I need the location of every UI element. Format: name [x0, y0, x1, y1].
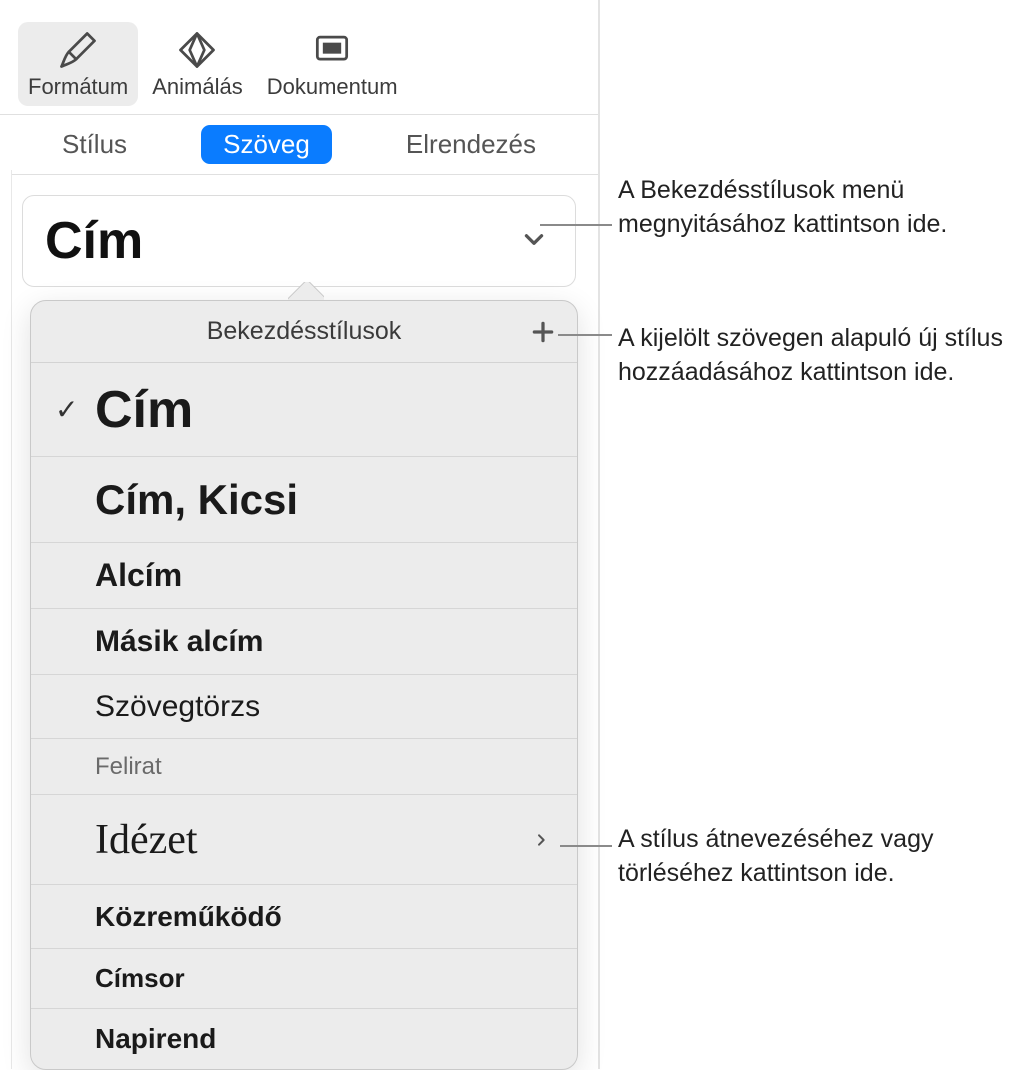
callout-leader-line: [558, 334, 612, 336]
style-item-cim[interactable]: ✓ Cím: [31, 363, 577, 457]
diamond-icon: [171, 28, 223, 72]
style-item-cimsor[interactable]: Címsor: [31, 949, 577, 1009]
style-name: Alcím: [95, 557, 553, 594]
style-name: Felirat: [95, 753, 553, 781]
style-item-idezet[interactable]: Idézet: [31, 795, 577, 885]
add-style-button[interactable]: [527, 316, 559, 348]
callout-leader-line: [540, 224, 612, 226]
toolbar-document-label: Dokumentum: [267, 74, 398, 100]
popover-title: Bekezdésstílusok: [207, 317, 402, 346]
popover-header: Bekezdésstílusok: [31, 301, 577, 363]
style-item-kozremukodo[interactable]: Közreműködő: [31, 885, 577, 949]
style-item-napirend[interactable]: Napirend: [31, 1009, 577, 1069]
toolbar-document-button[interactable]: Dokumentum: [257, 22, 408, 106]
document-sliver: [0, 170, 12, 1069]
callout-leader-line: [560, 845, 612, 847]
tab-layout[interactable]: Elrendezés: [384, 125, 558, 164]
chevron-down-icon: [521, 226, 547, 257]
paragraph-style-current: Cím: [45, 211, 143, 271]
toolbar-format-button[interactable]: Formátum: [18, 22, 138, 106]
style-item-alcim[interactable]: Alcím: [31, 543, 577, 609]
style-item-szovegtorzs[interactable]: Szövegtörzs: [31, 675, 577, 739]
callout-open-menu: A Bekezdésstílusok menü megnyitásához ka…: [618, 174, 1018, 242]
inspector-tabs: Stílus Szöveg Elrendezés: [0, 115, 598, 175]
style-name: Közreműködő: [95, 901, 553, 933]
style-item-felirat[interactable]: Felirat: [31, 739, 577, 795]
style-list: ✓ Cím Cím, Kicsi Alcím Másik alcím: [31, 363, 577, 1069]
style-name: Cím: [95, 380, 553, 440]
document-icon: [306, 28, 358, 72]
style-name: Napirend: [95, 1023, 553, 1055]
paintbrush-icon: [52, 28, 104, 72]
callout-rename-delete: A stílus átnevezéséhez vagy törléséhez k…: [618, 823, 1018, 891]
popover-arrow: [288, 282, 324, 300]
style-item-cim-kicsi[interactable]: Cím, Kicsi: [31, 457, 577, 543]
style-name: Idézet: [95, 816, 529, 864]
toolbar-format-label: Formátum: [28, 74, 128, 100]
style-name: Címsor: [95, 963, 553, 994]
callout-add-style: A kijelölt szövegen alapuló új stílus ho…: [618, 322, 1018, 390]
style-item-masik-alcim[interactable]: Másik alcím: [31, 609, 577, 675]
style-name: Szövegtörzs: [95, 690, 553, 724]
inspector-panel: Formátum Animálás Dokumentum Stílus Szöv: [0, 0, 600, 1069]
chevron-right-icon[interactable]: [529, 832, 553, 848]
style-name: Másik alcím: [95, 625, 553, 659]
checkmark-icon: ✓: [55, 393, 95, 426]
toolbar-animate-button[interactable]: Animálás: [142, 22, 252, 106]
tab-text[interactable]: Szöveg: [201, 125, 332, 164]
paragraph-style-selector[interactable]: Cím: [22, 195, 576, 287]
style-name: Cím, Kicsi: [95, 476, 553, 524]
top-toolbar: Formátum Animálás Dokumentum: [0, 0, 598, 115]
toolbar-animate-label: Animálás: [152, 74, 242, 100]
paragraph-styles-popover: Bekezdésstílusok ✓ Cím Cím, Kicsi: [30, 300, 578, 1070]
tab-style[interactable]: Stílus: [40, 125, 149, 164]
